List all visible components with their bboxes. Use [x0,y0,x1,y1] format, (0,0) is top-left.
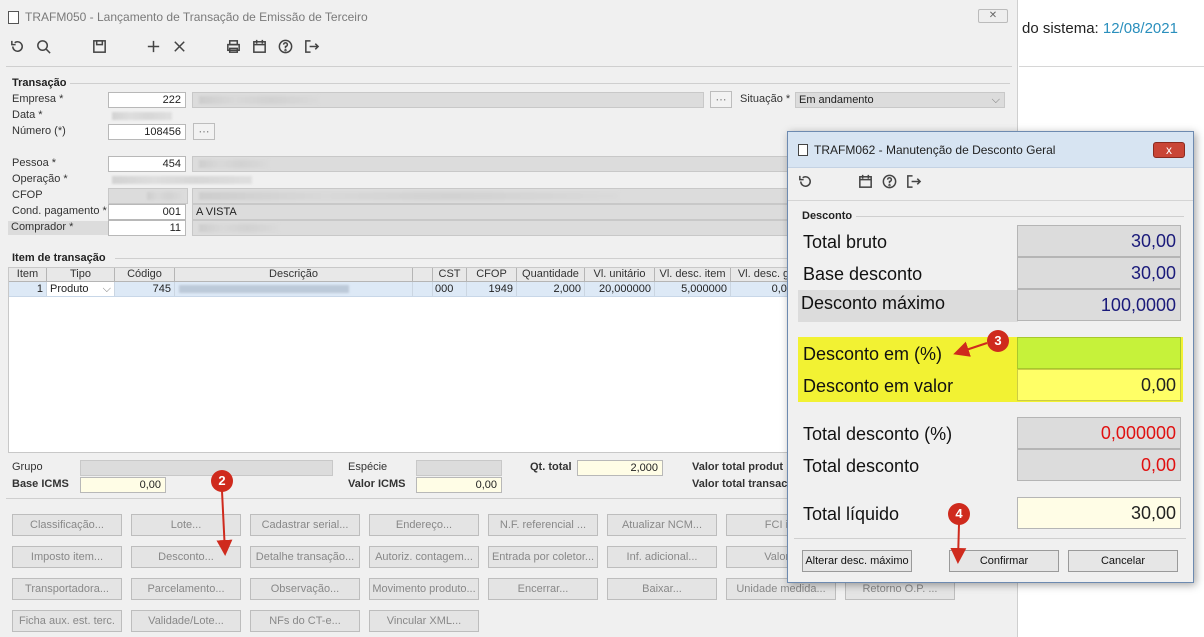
arrow-4 [950,523,967,564]
annotation-badge-4: 4 [948,503,970,525]
annotation-badge-2: 2 [211,470,233,492]
annotation-badge-3: 3 [987,330,1009,352]
annotation-arrows [216,341,988,564]
arrow-2 [216,490,233,556]
arrow-3 [953,341,988,357]
